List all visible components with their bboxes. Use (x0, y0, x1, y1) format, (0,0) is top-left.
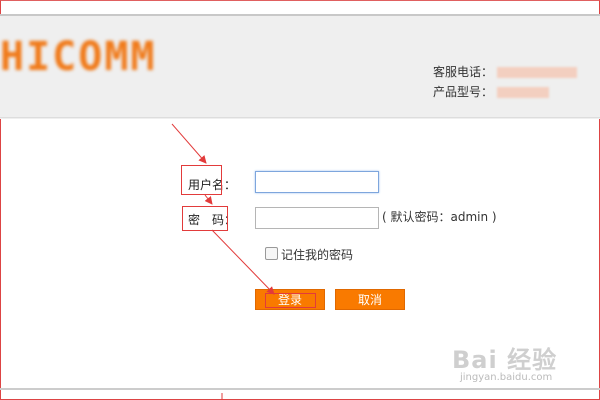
product-model-row: 产品型号： (433, 82, 577, 102)
annotation-box-username (181, 165, 222, 195)
password-input[interactable] (255, 207, 379, 229)
brand-logo: HICOMM (0, 33, 184, 81)
product-model-label: 产品型号： (433, 85, 494, 99)
cancel-button-label: 取消 (357, 293, 382, 307)
contact-phone-label: 客服电话： (433, 65, 494, 79)
cancel-button[interactable]: 取消 (335, 289, 405, 310)
logo-text: HICOMM (0, 34, 157, 80)
username-input[interactable] (255, 171, 379, 193)
header-divider (0, 117, 600, 118)
redacted-phone (497, 66, 578, 78)
default-password-hint: ( 默认密码：admin ) (382, 210, 497, 224)
baidu-jingyan-watermark: Bai 经验 jingyan.baidu.com (452, 340, 592, 388)
redacted-model (497, 86, 550, 98)
watermark-url: jingyan.baidu.com (460, 372, 553, 383)
annotation-box-password (182, 206, 228, 231)
footer-divider (0, 388, 600, 390)
watermark-brand: Bai 经验 (452, 346, 558, 374)
remember-password-checkbox[interactable] (265, 247, 278, 260)
remember-password-label[interactable]: 记住我的密码 (281, 246, 353, 263)
contact-info: 客服电话： 产品型号： (433, 62, 578, 102)
contact-phone-row: 客服电话： (433, 62, 578, 82)
annotation-box-login (265, 293, 316, 308)
